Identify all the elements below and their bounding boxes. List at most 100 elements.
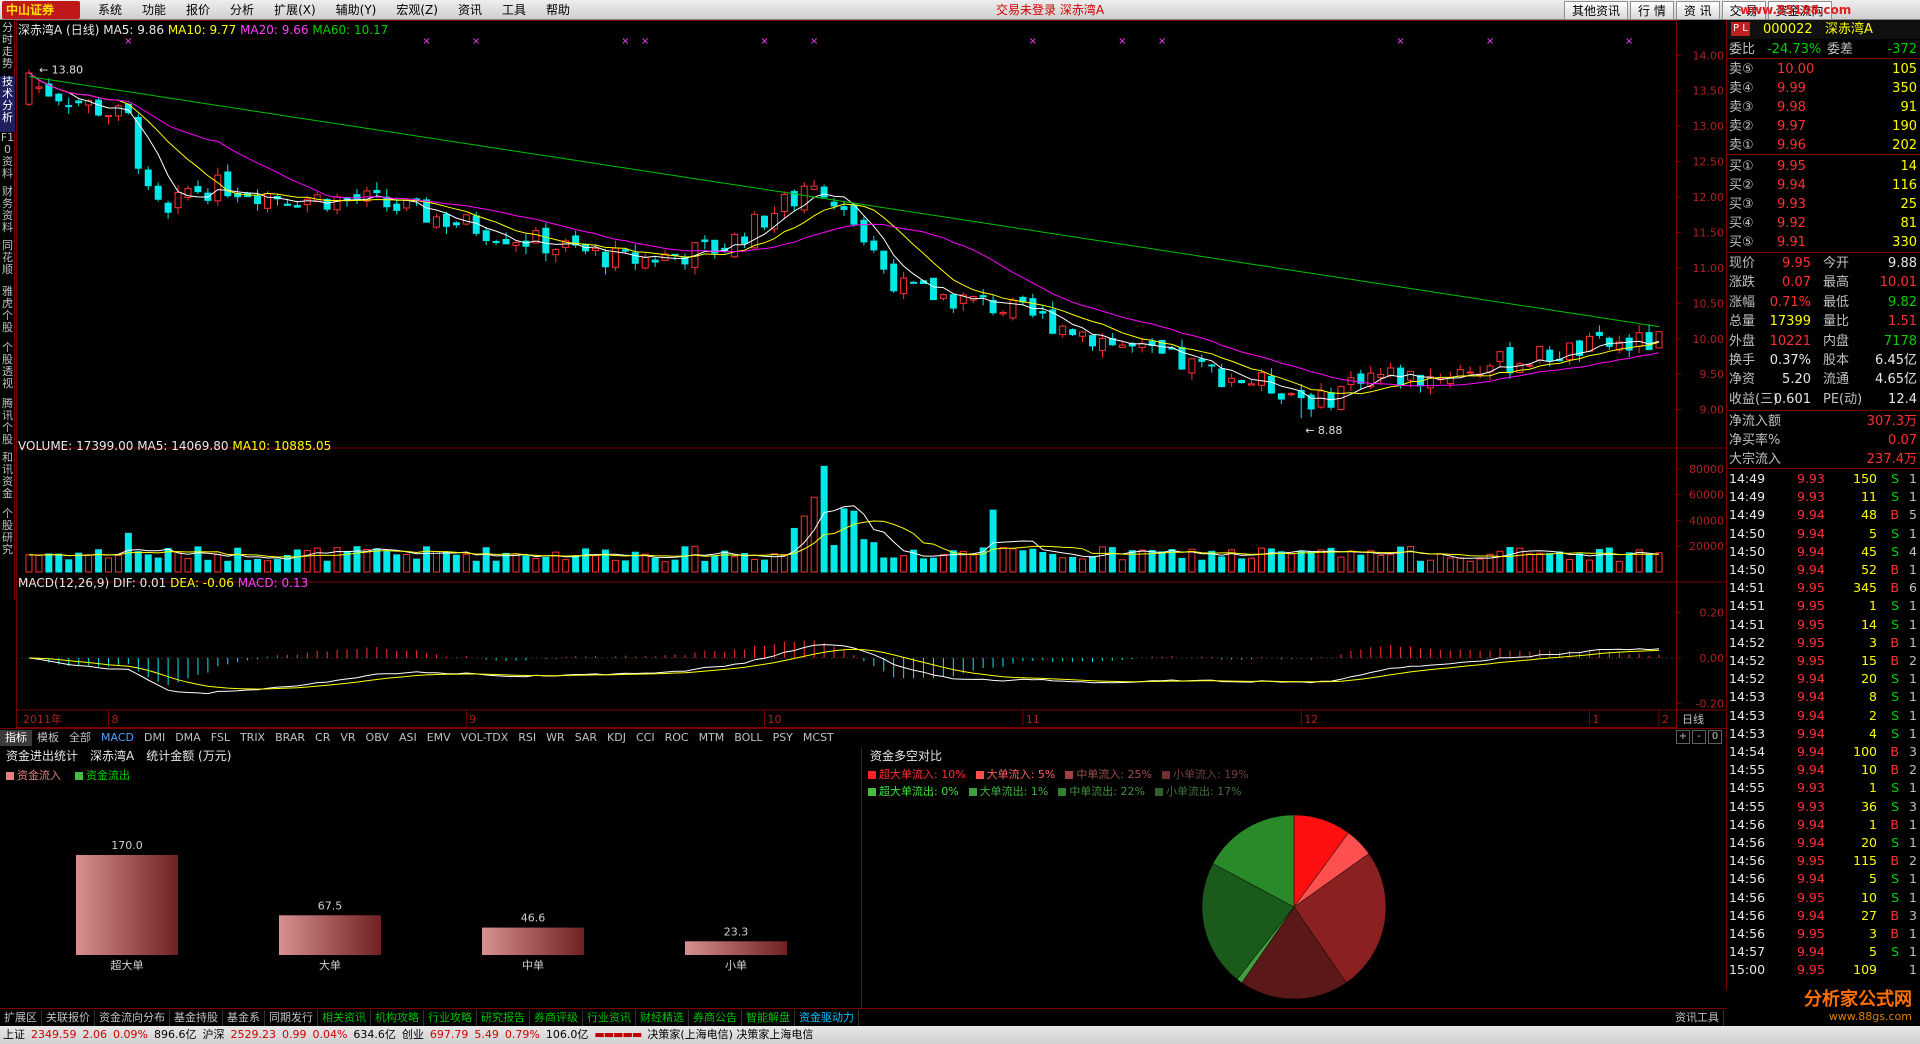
charts-canvas[interactable]: 9.009.5010.0010.5011.0011.5012.0012.5013… <box>16 20 1726 728</box>
indicator-tab[interactable]: 模板 <box>32 730 64 746</box>
left-tab[interactable]: 和讯资金 <box>0 452 15 508</box>
menu-item[interactable]: 分析 <box>220 0 264 20</box>
event-marker[interactable]: × <box>124 36 132 47</box>
indicator-tab[interactable]: VR <box>335 730 360 746</box>
indicator-tab[interactable]: FSL <box>206 730 235 746</box>
volume-bar <box>1009 548 1017 573</box>
period-label[interactable]: 日线 <box>1682 712 1704 726</box>
info-link[interactable]: 资金驱动力 <box>795 1009 859 1026</box>
zoom-in-button[interactable]: + <box>1676 730 1690 744</box>
indicator-tab[interactable]: MACD <box>96 730 139 746</box>
event-marker[interactable]: × <box>760 36 768 47</box>
tick-time: 14:52 <box>1729 653 1766 668</box>
info-link[interactable]: 相关资讯 <box>318 1009 371 1026</box>
top-tab[interactable]: 资 讯 <box>1675 1 1720 20</box>
indicator-tab[interactable]: TRIX <box>235 730 270 746</box>
event-marker[interactable]: × <box>472 36 480 47</box>
reset-button[interactable]: 0 <box>1708 730 1722 744</box>
info-link[interactable]: 研究报告 <box>477 1009 530 1026</box>
event-marker[interactable]: × <box>422 36 430 47</box>
event-marker[interactable]: × <box>1118 36 1126 47</box>
info-link[interactable]: 行业资讯 <box>583 1009 636 1026</box>
volume-bar <box>621 560 629 573</box>
macd-axis-tick-label: 0.20 <box>1700 607 1725 620</box>
menu-item[interactable]: 帮助 <box>536 0 580 20</box>
indicator-tab[interactable]: BRAR <box>270 730 310 746</box>
fund-flow-tab[interactable]: 资金进出统计 <box>0 747 84 765</box>
indicator-tab[interactable]: 指标 <box>0 729 32 746</box>
info-link[interactable]: 基金持股 <box>170 1009 223 1026</box>
event-marker[interactable]: × <box>1029 36 1037 47</box>
event-marker[interactable]: × <box>810 36 818 47</box>
left-tab[interactable]: 雅虎个股 <box>0 286 15 342</box>
indicator-tab[interactable]: MCST <box>798 730 839 746</box>
info-link[interactable]: 券商公告 <box>689 1009 742 1026</box>
left-tab[interactable]: 技术分析 <box>0 76 15 132</box>
indicator-tab[interactable]: KDJ <box>602 730 631 746</box>
ask-row: 卖⑤ 10.00 105 <box>1727 60 1920 79</box>
left-tab[interactable]: 财务资料 <box>0 186 15 240</box>
menu-item[interactable]: 资讯 <box>448 0 492 20</box>
tick-time: 14:49 <box>1729 471 1766 486</box>
indicator-tab[interactable]: DMA <box>170 730 206 746</box>
menu-item[interactable]: 系统 <box>88 0 132 20</box>
info-link[interactable]: 财经精选 <box>636 1009 689 1026</box>
event-marker[interactable]: × <box>1486 36 1494 47</box>
info-link[interactable]: 扩展区 <box>0 1009 42 1026</box>
menu-item[interactable]: 扩展(X) <box>264 0 326 20</box>
zoom-out-button[interactable]: - <box>1692 730 1706 744</box>
indicator-tab[interactable]: WR <box>541 730 570 746</box>
info-link[interactable]: 行业攻略 <box>424 1009 477 1026</box>
server-status[interactable]: 决策家(上海电信) 决策家上海电信 <box>644 1026 816 1044</box>
event-marker[interactable]: × <box>641 36 649 47</box>
indicator-tab[interactable]: DMI <box>139 730 170 746</box>
top-tab[interactable]: 行 情 <box>1630 1 1674 20</box>
info-link[interactable]: 资金流向分布 <box>95 1009 170 1026</box>
bid-volume: 116 <box>1892 178 1917 193</box>
event-marker[interactable]: × <box>1625 36 1633 47</box>
indicator-tab[interactable]: OBV <box>361 730 394 746</box>
candle-body <box>939 294 947 299</box>
indicator-tab[interactable]: ASI <box>394 730 422 746</box>
event-marker[interactable]: × <box>1158 36 1166 47</box>
info-link[interactable]: 机构攻略 <box>371 1009 424 1026</box>
menu-item[interactable]: 报价 <box>176 0 220 20</box>
volume-bar <box>890 557 898 573</box>
info-tools-link[interactable]: 资讯工具 <box>1671 1009 1724 1026</box>
event-marker[interactable]: × <box>1396 36 1404 47</box>
indicator-tab[interactable]: SAR <box>570 730 602 746</box>
indicator-tab[interactable]: CR <box>310 730 335 746</box>
left-tab[interactable]: 腾讯个股 <box>0 398 15 452</box>
left-tab[interactable]: 个股透视 <box>0 342 15 398</box>
menu-item[interactable]: 功能 <box>132 0 176 20</box>
fund-flow-tab[interactable]: 深赤湾A <box>84 747 140 765</box>
top-tab[interactable]: 其他资讯 <box>1564 1 1629 20</box>
indicator-tab[interactable]: MTM <box>694 730 730 746</box>
indicator-tab[interactable]: EMV <box>422 730 456 746</box>
left-tab[interactable]: F10资料 <box>0 132 15 186</box>
left-tab[interactable]: 同花顺 <box>0 240 15 286</box>
info-link[interactable]: 同期发行 <box>265 1009 318 1026</box>
indicator-tab[interactable]: VOL-TDX <box>456 730 514 746</box>
info-link[interactable]: 券商评级 <box>530 1009 583 1026</box>
indicator-tab[interactable]: BOLL <box>729 730 767 746</box>
menu-item[interactable]: 宏观(Z) <box>386 0 448 20</box>
indicator-tab[interactable]: RSI <box>513 730 541 746</box>
menu-item[interactable]: 辅助(Y) <box>326 0 387 20</box>
indicator-tab[interactable]: 全部 <box>64 730 96 746</box>
chart-area[interactable]: 9.00 9.50 10.00 10.50 11.00 11.50 12.00 12.50 13… <box>16 20 1726 728</box>
pl-badge[interactable]: P L <box>1731 22 1750 36</box>
indicator-tab[interactable]: CCI <box>631 730 660 746</box>
info-link[interactable]: 智能解盘 <box>742 1009 795 1026</box>
menu-item[interactable]: 工具 <box>492 0 536 20</box>
indicator-tab[interactable]: PSY <box>768 730 798 746</box>
info-link[interactable]: 关联报价 <box>42 1009 95 1026</box>
volume-bar <box>45 553 53 573</box>
fund-flow-tab[interactable]: 统计金额 (万元) <box>140 747 237 765</box>
left-tab[interactable]: 个股研究 <box>0 508 15 568</box>
left-tab[interactable]: 分时走势 <box>0 22 15 76</box>
info-link[interactable]: 基金系 <box>223 1009 265 1026</box>
event-marker[interactable]: × <box>621 36 629 47</box>
candle-body <box>1645 332 1653 351</box>
indicator-tab[interactable]: ROC <box>660 730 694 746</box>
